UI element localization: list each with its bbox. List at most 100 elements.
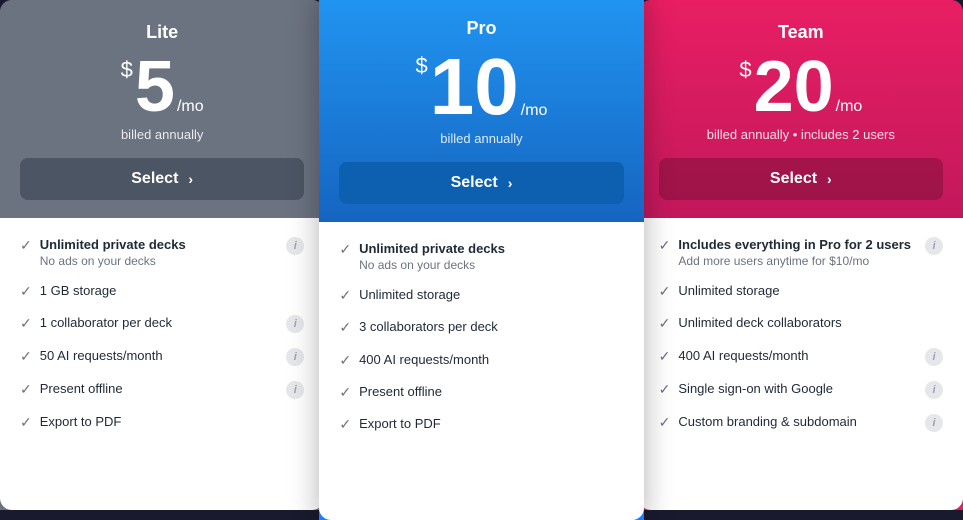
lite-plan-name: Lite: [20, 22, 304, 43]
feature-text: 3 collaborators per deck: [359, 318, 624, 336]
list-item: ✓ 50 AI requests/month i: [20, 347, 304, 366]
team-dollar-sign: $: [739, 59, 751, 81]
list-item: ✓ Export to PDF: [339, 415, 623, 433]
list-item: ✓ 1 collaborator per deck i: [20, 314, 304, 333]
plan-team: Team $ 20 /mo billed annually • includes…: [639, 0, 963, 510]
info-icon[interactable]: i: [286, 381, 304, 399]
check-icon: ✓: [20, 237, 32, 254]
pro-header: Pro $ 10 /mo billed annually Select ›: [319, 0, 643, 222]
check-icon: ✓: [20, 381, 32, 398]
pro-features: ✓ Unlimited private decks No ads on your…: [319, 222, 643, 520]
info-icon[interactable]: i: [925, 381, 943, 399]
check-icon: ✓: [339, 352, 351, 369]
pro-price-period: /mo: [521, 103, 548, 119]
info-icon[interactable]: i: [286, 237, 304, 255]
feature-subtext: No ads on your decks: [359, 258, 624, 272]
check-icon: ✓: [659, 315, 671, 332]
list-item: ✓ Export to PDF: [20, 413, 304, 431]
plan-lite: Lite $ 5 /mo billed annually Select › ✓ …: [0, 0, 324, 510]
feature-text: Unlimited storage: [678, 282, 943, 300]
check-icon: ✓: [659, 348, 671, 365]
plan-pro: Pro $ 10 /mo billed annually Select › ✓ …: [319, 0, 643, 520]
feature-text: Custom branding & subdomain: [678, 413, 919, 431]
check-icon: ✓: [20, 315, 32, 332]
team-select-label: Select: [770, 170, 817, 188]
team-price-period: /mo: [836, 99, 863, 115]
feature-text: Export to PDF: [359, 415, 624, 433]
feature-text: 50 AI requests/month: [40, 347, 281, 365]
feature-text: Single sign-on with Google: [678, 380, 919, 398]
check-icon: ✓: [659, 237, 671, 254]
info-icon[interactable]: i: [925, 348, 943, 366]
lite-price-amount: 5: [135, 51, 175, 123]
list-item: ✓ Custom branding & subdomain i: [659, 413, 943, 432]
info-icon[interactable]: i: [286, 315, 304, 333]
feature-text: Includes everything in Pro for 2 users: [678, 236, 919, 254]
check-icon: ✓: [20, 348, 32, 365]
check-icon: ✓: [339, 416, 351, 433]
team-price-amount: 20: [754, 51, 834, 123]
lite-dollar-sign: $: [121, 59, 133, 81]
team-header: Team $ 20 /mo billed annually • includes…: [639, 0, 963, 218]
team-price-row: $ 20 /mo: [659, 51, 943, 123]
lite-select-button[interactable]: Select ›: [20, 158, 304, 200]
feature-text: 1 collaborator per deck: [40, 314, 281, 332]
list-item: ✓ 400 AI requests/month: [339, 351, 623, 369]
list-item: ✓ Unlimited storage: [339, 286, 623, 304]
list-item: ✓ Unlimited storage: [659, 282, 943, 300]
check-icon: ✓: [339, 287, 351, 304]
pro-select-button[interactable]: Select ›: [339, 162, 623, 204]
list-item: ✓ Single sign-on with Google i: [659, 380, 943, 399]
check-icon: ✓: [20, 283, 32, 300]
team-select-button[interactable]: Select ›: [659, 158, 943, 200]
team-chevron-icon: ›: [827, 171, 832, 187]
pro-price-amount: 10: [430, 47, 519, 127]
list-item: ✓ Unlimited private decks No ads on your…: [20, 236, 304, 268]
check-icon: ✓: [20, 414, 32, 431]
list-item: ✓ Unlimited private decks No ads on your…: [339, 240, 623, 272]
lite-billing: billed annually: [20, 127, 304, 142]
list-item: ✓ Unlimited deck collaborators: [659, 314, 943, 332]
list-item: ✓ 1 GB storage: [20, 282, 304, 300]
lite-select-label: Select: [131, 170, 178, 188]
plans-container: Lite $ 5 /mo billed annually Select › ✓ …: [0, 0, 963, 510]
feature-text: Unlimited private decks: [40, 236, 281, 254]
feature-subtext: Add more users anytime for $10/mo: [678, 254, 919, 268]
feature-text: 400 AI requests/month: [678, 347, 919, 365]
info-icon[interactable]: i: [925, 414, 943, 432]
pro-dollar-sign: $: [416, 55, 428, 77]
feature-text: Unlimited private decks: [359, 240, 624, 258]
info-icon[interactable]: i: [286, 348, 304, 366]
check-icon: ✓: [339, 319, 351, 336]
team-plan-name: Team: [659, 22, 943, 43]
lite-features: ✓ Unlimited private decks No ads on your…: [0, 218, 324, 510]
team-features: ✓ Includes everything in Pro for 2 users…: [639, 218, 963, 510]
feature-text: 400 AI requests/month: [359, 351, 624, 369]
feature-subtext: No ads on your decks: [40, 254, 281, 268]
feature-text: Unlimited deck collaborators: [678, 314, 943, 332]
list-item: ✓ Present offline i: [20, 380, 304, 399]
list-item: ✓ 400 AI requests/month i: [659, 347, 943, 366]
team-billing: billed annually • includes 2 users: [659, 127, 943, 142]
info-icon[interactable]: i: [925, 237, 943, 255]
pro-plan-name: Pro: [339, 18, 623, 39]
feature-text: Present offline: [40, 380, 281, 398]
list-item: ✓ Present offline: [339, 383, 623, 401]
check-icon: ✓: [339, 384, 351, 401]
check-icon: ✓: [339, 241, 351, 258]
feature-text: Unlimited storage: [359, 286, 624, 304]
lite-price-row: $ 5 /mo: [20, 51, 304, 123]
check-icon: ✓: [659, 283, 671, 300]
lite-price-period: /mo: [177, 99, 204, 115]
pro-select-label: Select: [451, 174, 498, 192]
lite-header: Lite $ 5 /mo billed annually Select ›: [0, 0, 324, 218]
lite-chevron-icon: ›: [188, 171, 193, 187]
pro-chevron-icon: ›: [508, 175, 513, 191]
feature-text: Export to PDF: [40, 413, 305, 431]
pro-billing: billed annually: [339, 131, 623, 146]
list-item: ✓ Includes everything in Pro for 2 users…: [659, 236, 943, 268]
feature-text: 1 GB storage: [40, 282, 305, 300]
check-icon: ✓: [659, 381, 671, 398]
feature-text: Present offline: [359, 383, 624, 401]
pro-price-row: $ 10 /mo: [339, 47, 623, 127]
